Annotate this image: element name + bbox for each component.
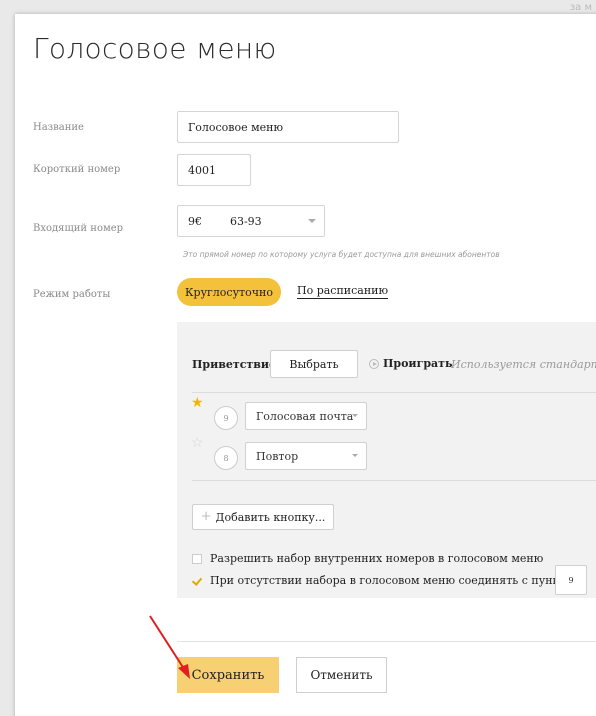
tab-round-the-clock[interactable]: Круглосуточно <box>177 278 281 306</box>
save-button[interactable]: Сохранить <box>177 657 279 693</box>
divider <box>192 392 596 393</box>
voice-menu-dialog: Голосовое меню Название Голосовое меню К… <box>15 14 596 716</box>
menu-settings-panel: Приветствие Выбрать Проиграть Использует… <box>177 322 596 598</box>
add-button-label: Добавить кнопку... <box>215 510 326 524</box>
chevron-down-icon <box>352 414 358 417</box>
star-icon[interactable]: ★ <box>191 396 204 410</box>
play-label: Проиграть <box>383 357 453 370</box>
name-input[interactable]: Голосовое меню <box>177 111 399 143</box>
incoming-number-hint: Это прямой номер по которому услуга буде… <box>183 250 500 259</box>
menu-item-key: 8 <box>214 446 238 470</box>
connect-item-input[interactable]: 9 <box>555 565 587 595</box>
add-button-button[interactable]: + Добавить кнопку... <box>192 504 334 530</box>
short-number-input[interactable]: 4001 <box>177 154 251 186</box>
greeting-label: Приветствие <box>192 358 277 371</box>
divider <box>177 641 596 642</box>
background-hint: за м <box>569 2 592 13</box>
incoming-number-value: 9€ 63-93 <box>188 214 262 228</box>
name-label: Название <box>33 122 84 133</box>
connect-label: При отсутствии набора в голосовом меню с… <box>210 574 581 587</box>
star-outline-icon[interactable]: ☆ <box>191 436 204 450</box>
menu-item-action: Голосовая почта <box>256 409 354 423</box>
menu-item-key: 9 <box>214 406 238 430</box>
menu-item-action-select[interactable]: Голосовая почта <box>245 402 367 430</box>
connect-option[interactable]: При отсутствии набора в голосовом меню с… <box>192 574 581 587</box>
chevron-down-icon <box>352 454 358 457</box>
allow-internal-checkbox[interactable] <box>192 553 202 564</box>
dialog-title: Голосовое меню <box>33 32 277 65</box>
standard-greeting-note: Используется стандартно <box>451 358 596 371</box>
menu-item-action: Повтор <box>256 449 299 463</box>
incoming-number-select[interactable]: 9€ 63-93 <box>177 205 325 237</box>
plus-icon: + <box>200 509 212 524</box>
allow-internal-label: Разрешить набор внутренних номеров в гол… <box>210 552 544 565</box>
incoming-number-label: Входящий номер <box>33 223 124 234</box>
allow-internal-option[interactable]: Разрешить набор внутренних номеров в гол… <box>192 552 543 565</box>
short-number-label: Короткий номер <box>33 164 121 175</box>
play-icon <box>369 358 379 369</box>
chevron-down-icon <box>308 219 316 223</box>
play-button[interactable]: Проиграть <box>369 357 452 370</box>
divider <box>192 480 596 481</box>
connect-checkbox[interactable] <box>192 576 202 586</box>
cancel-button[interactable]: Отменить <box>296 657 387 693</box>
mode-label: Режим работы <box>33 289 111 300</box>
menu-item-action-select[interactable]: Повтор <box>245 442 367 470</box>
choose-button[interactable]: Выбрать <box>270 350 358 378</box>
tab-schedule[interactable]: По расписанию <box>297 284 389 299</box>
